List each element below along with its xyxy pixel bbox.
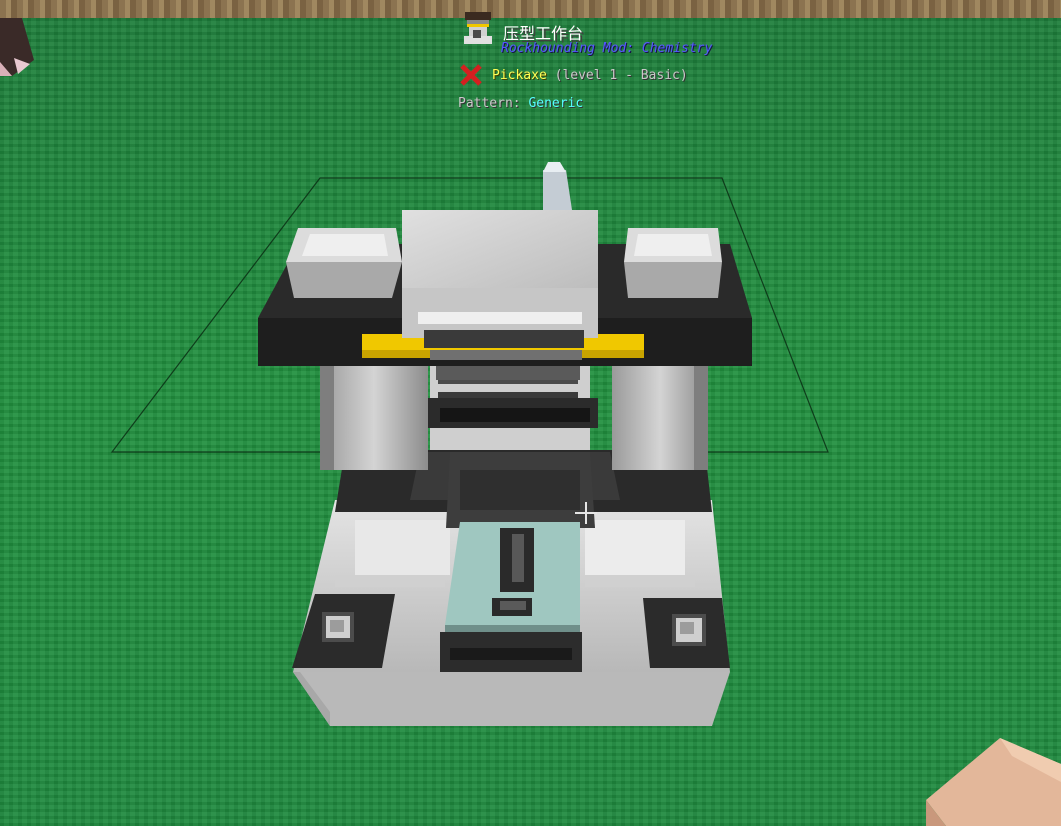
harvest-tool-line: Pickaxe (level 1 - Basic) [492, 68, 688, 83]
press-workbench-machine[interactable] [0, 0, 1061, 826]
press-workbench-icon [464, 12, 492, 44]
left-pillar [320, 360, 428, 470]
red-x-icon [460, 64, 482, 86]
pattern-label: Pattern: [458, 96, 521, 111]
antenna [543, 170, 572, 210]
pattern-line: Pattern: Generic [458, 96, 583, 111]
block-info-tooltip: 压型工作台 Rockhounding Mod: Chemistry Pickax… [455, 8, 755, 118]
tool-name: Pickaxe [492, 68, 547, 83]
left-cap [286, 228, 402, 298]
right-pillar [612, 360, 708, 470]
right-slot [643, 598, 730, 668]
mod-name: Rockhounding Mod: Chemistry [501, 41, 713, 56]
tool-level: (level 1 - Basic) [554, 68, 688, 83]
player-hand-icon [926, 738, 1061, 826]
right-cap [624, 228, 722, 298]
press-head [402, 210, 598, 380]
left-slot [292, 594, 395, 668]
crosshair-icon [575, 502, 597, 524]
pattern-mold [440, 522, 582, 672]
game-viewport[interactable]: 压型工作台 Rockhounding Mod: Chemistry Pickax… [0, 0, 1061, 826]
pattern-value: Generic [528, 96, 584, 111]
